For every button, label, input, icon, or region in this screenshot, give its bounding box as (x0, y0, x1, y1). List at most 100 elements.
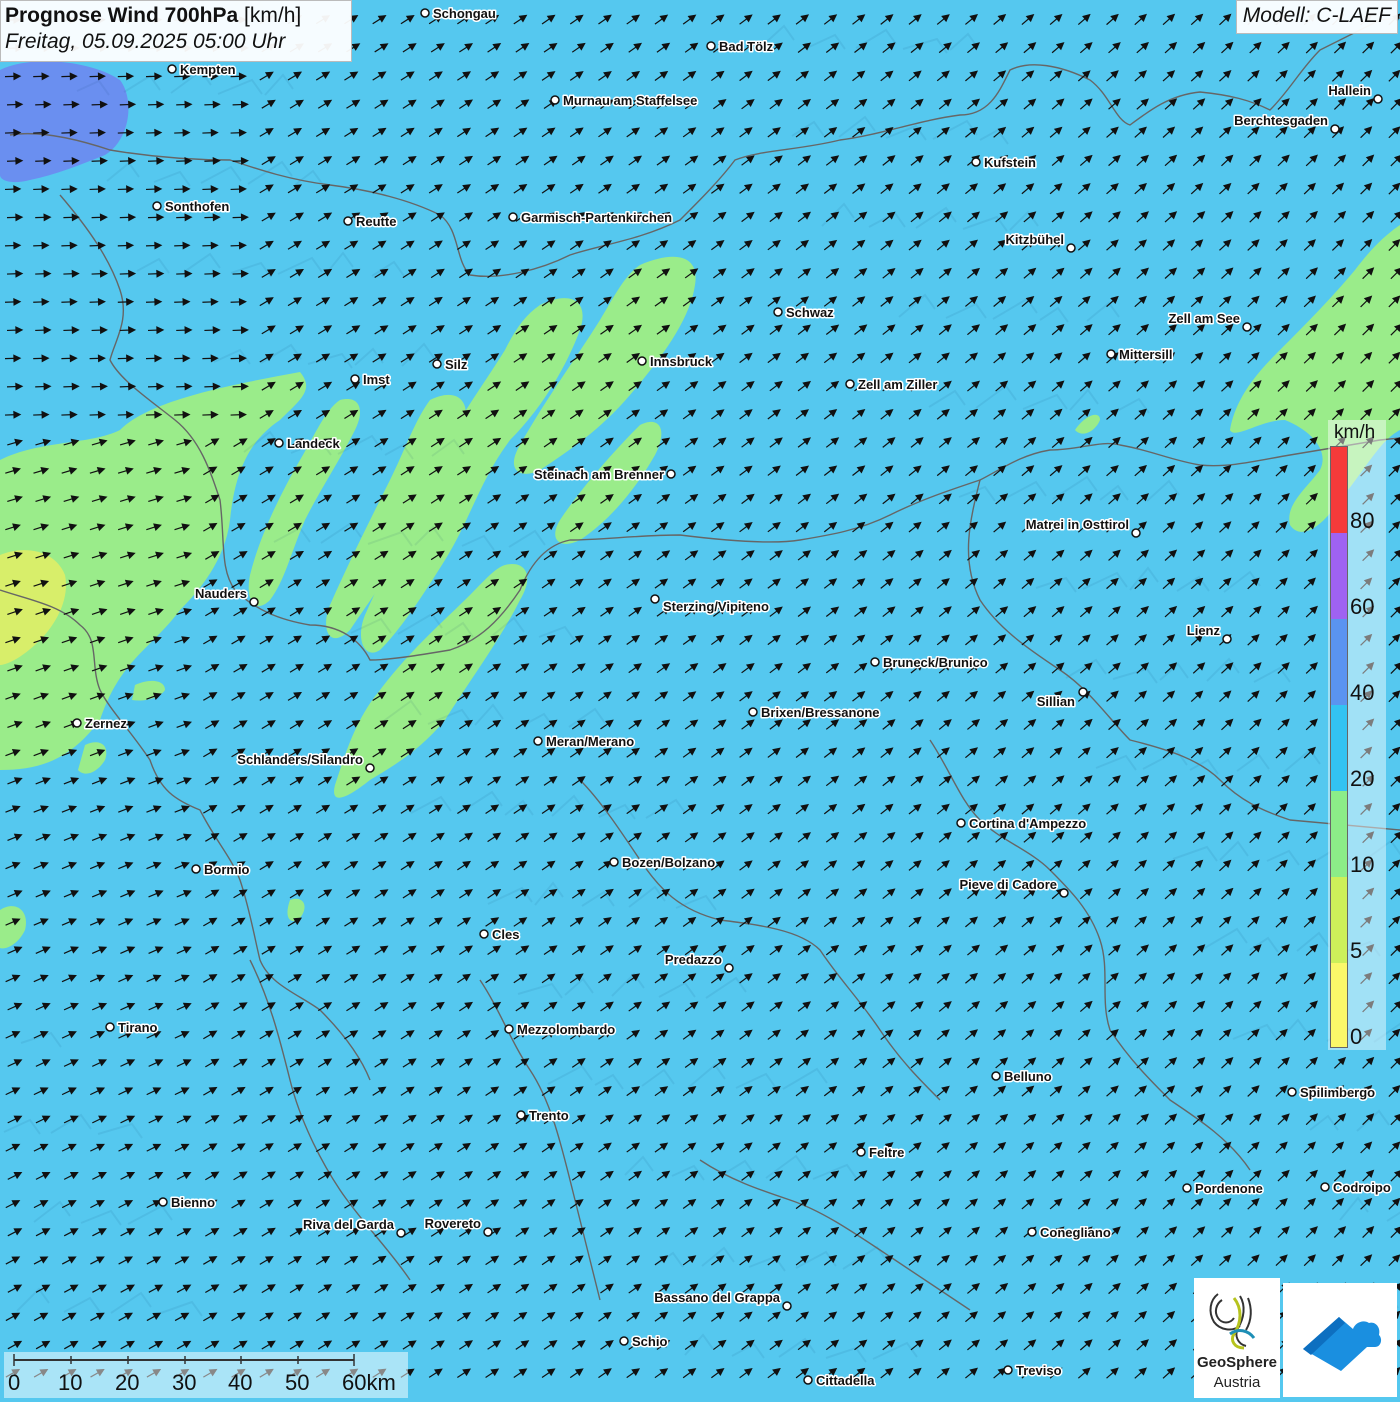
city-label: Sillian (1037, 694, 1075, 709)
city-label: Schlanders/Silandro (237, 752, 363, 767)
city-label: Landeck (287, 436, 341, 451)
legend-segment (1331, 447, 1347, 533)
city-dot (1374, 95, 1382, 103)
city-label: Cittadella (816, 1373, 875, 1388)
city-dot (509, 213, 517, 221)
city-dot (638, 357, 646, 365)
city-dot (73, 719, 81, 727)
legend-segment (1331, 619, 1347, 705)
city-label: Riva del Garda (303, 1217, 395, 1232)
weather-app-logo[interactable] (1283, 1283, 1397, 1397)
city-label: Murnau am Staffelsee (563, 93, 697, 108)
city-dot (610, 858, 618, 866)
city-dot (749, 708, 757, 716)
city-dot (344, 217, 352, 225)
geosphere-emblem-icon (1194, 1278, 1280, 1354)
city-label: Silz (445, 357, 468, 372)
city-marker: Zell am Ziller (846, 377, 937, 392)
city-label: Bozen/Bolzano (622, 855, 715, 870)
scale-bar: 0 10 20 30 40 50 60km (4, 1352, 408, 1398)
city-dot (651, 595, 659, 603)
city-marker: Bruneck/Brunico (871, 655, 988, 670)
city-dot (250, 598, 258, 606)
city-marker: Cortina d'Ampezzo (957, 816, 1086, 831)
city-dot (534, 737, 542, 745)
city-dot (168, 65, 176, 73)
city-label: Zell am Ziller (858, 377, 937, 392)
city-dot (1028, 1228, 1036, 1236)
color-legend: km/h 80 60 40 20 10 5 0 (1328, 420, 1386, 1050)
city-marker: Garmisch-Partenkirchen (509, 210, 672, 225)
city-label: Lienz (1187, 623, 1221, 638)
city-label: Codroipo (1333, 1180, 1391, 1195)
city-dot (1223, 635, 1231, 643)
scale-tick-60km: 60km (342, 1370, 396, 1396)
city-label: Cortina d'Ampezzo (969, 816, 1086, 831)
city-label: Zernez (85, 716, 127, 731)
scale-tick-40: 40 (228, 1370, 252, 1396)
city-label: Conegliano (1040, 1225, 1111, 1240)
city-marker: Pordenone (1183, 1181, 1263, 1196)
city-label: Pieve di Cadore (959, 877, 1057, 892)
city-label: Spilimbergo (1300, 1085, 1375, 1100)
city-label: Treviso (1016, 1363, 1062, 1378)
city-label: Feltre (869, 1145, 904, 1160)
city-label: Garmisch-Partenkirchen (521, 210, 672, 225)
city-dot (505, 1025, 513, 1033)
city-dot (871, 658, 879, 666)
city-dot (480, 930, 488, 938)
city-label: Mittersill (1119, 347, 1172, 362)
city-dot (366, 764, 374, 772)
city-label: Nauders (195, 586, 247, 601)
city-label: Zell am See (1168, 311, 1240, 326)
city-dot (1321, 1183, 1329, 1191)
legend-label-60: 60 (1350, 594, 1374, 620)
geosphere-logo[interactable]: GeoSphere Austria (1194, 1278, 1280, 1398)
legend-segment (1331, 533, 1347, 619)
legend-segment (1331, 705, 1347, 791)
scale-bar-line (4, 1352, 408, 1372)
model-label: Modell: C-LAEF (1236, 0, 1398, 34)
city-dot (551, 96, 559, 104)
scale-tick-50: 50 (285, 1370, 309, 1396)
city-dot (707, 42, 715, 50)
city-label: Bassano del Grappa (654, 1290, 780, 1305)
city-label: Innsbruck (650, 354, 713, 369)
legend-label-5: 5 (1350, 938, 1362, 964)
legend-unit: km/h (1334, 422, 1375, 444)
city-dot (774, 308, 782, 316)
scale-tick-20: 20 (115, 1370, 139, 1396)
city-label: Bormio (204, 862, 250, 877)
city-dot (106, 1023, 114, 1031)
city-label: Trento (529, 1108, 569, 1123)
city-marker: Sonthofen (153, 199, 229, 214)
legend-segment (1331, 877, 1347, 963)
chart-title-unit: [km/h] (244, 4, 301, 27)
city-marker: Spilimbergo (1288, 1085, 1375, 1100)
chart-subtitle: Freitag, 05.09.2025 05:00 Uhr (5, 30, 347, 54)
city-dot (846, 380, 854, 388)
legend-color-bar (1330, 446, 1348, 1048)
city-label: Schwaz (786, 305, 834, 320)
city-dot (1107, 350, 1115, 358)
city-dot (275, 439, 283, 447)
legend-segment (1331, 963, 1347, 1047)
city-label: Predazzo (665, 952, 722, 967)
city-label: Schio (632, 1334, 667, 1349)
city-marker: Mezzolombardo (505, 1022, 615, 1037)
city-label: Meran/Merano (546, 734, 634, 749)
city-dot (992, 1072, 1000, 1080)
city-label: Hallein (1328, 83, 1371, 98)
scale-tick-0: 0 (8, 1370, 20, 1396)
city-dot (1132, 529, 1140, 537)
title-box: Prognose Wind 700hPa [km/h] Freitag, 05.… (0, 0, 352, 62)
city-dot (857, 1148, 865, 1156)
city-dot (620, 1337, 628, 1345)
city-dot (517, 1111, 525, 1119)
city-marker: Brixen/Bressanone (749, 705, 880, 720)
wind-map[interactable]: SchongauBad TölzKemptenHalleinMurnau am … (0, 0, 1400, 1400)
geosphere-logo-line1: GeoSphere (1194, 1354, 1280, 1371)
city-dot (667, 470, 675, 478)
legend-segment (1331, 791, 1347, 877)
chart-title: Prognose Wind 700hPa [km/h] (5, 4, 347, 28)
